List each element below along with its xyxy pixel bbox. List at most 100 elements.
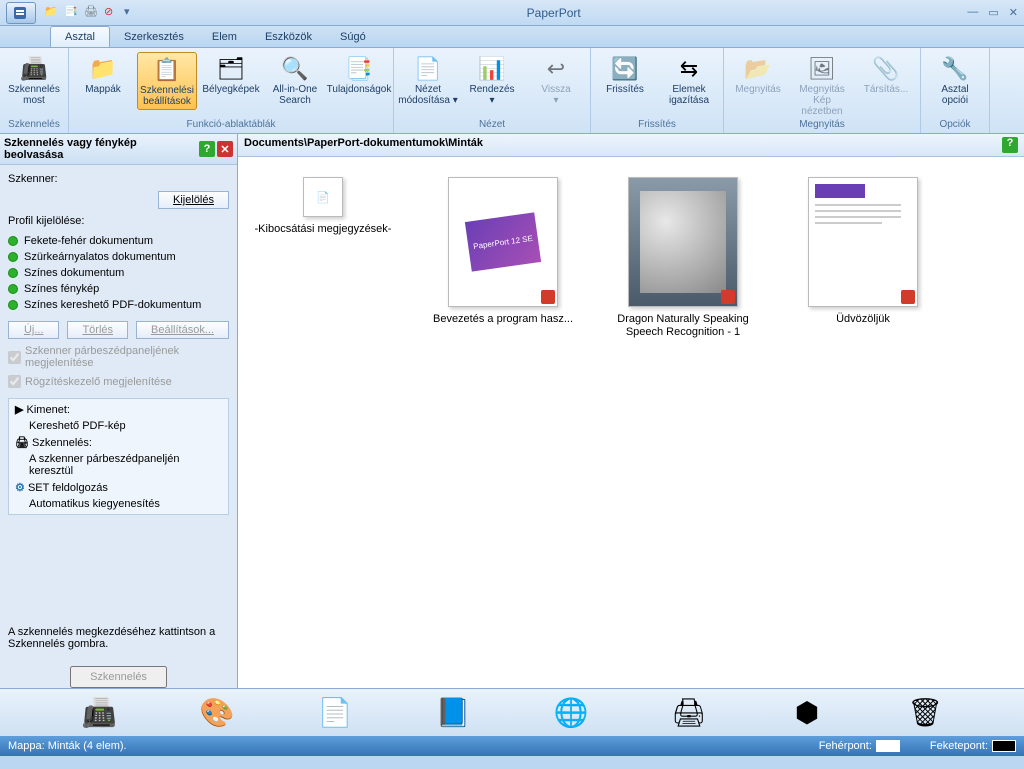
whitepoint-swatch xyxy=(876,740,900,752)
profile-item[interactable]: Színes kereshető PDF-dokumentum xyxy=(8,297,229,313)
open-imgview-icon: 🖼 xyxy=(806,54,838,84)
scan-settings-icon: 📋 xyxy=(151,55,183,85)
ribbon-folders[interactable]: 📁Mappák xyxy=(73,52,133,97)
profile-item[interactable]: Színes fénykép xyxy=(8,281,229,297)
tab-eszkozok[interactable]: Eszközök xyxy=(251,27,326,47)
quick-access-toolbar: 📁 📑 🖨 ⊘ ▾ xyxy=(44,5,140,21)
maximize-button[interactable]: ▭ xyxy=(988,6,998,19)
ribbon-view-mod[interactable]: 📄Nézetmódosítása ▾ xyxy=(398,52,458,108)
ribbon-open-imgview[interactable]: 🖼MegnyitásKép nézetben xyxy=(792,52,852,119)
scanner-label: Szkenner: xyxy=(8,173,229,185)
blackpoint-swatch xyxy=(992,740,1016,752)
file-kibocs[interactable]: 📄-Kibocsátási megjegyzések- xyxy=(248,177,398,236)
tab-szerkesztes[interactable]: Szerkesztés xyxy=(110,27,198,47)
ribbon-group-label: Szkennelés xyxy=(4,119,64,133)
ribbon-assoc[interactable]: 📎Társítás... xyxy=(856,52,916,97)
scan-button[interactable]: Szkennelés xyxy=(70,666,167,688)
output-heading: Kimenet: xyxy=(27,404,70,416)
sendto-item-2[interactable]: 📄 xyxy=(276,696,394,729)
tab-elem[interactable]: Elem xyxy=(198,27,251,47)
file-label: Bevezetés a program hasz... xyxy=(428,313,578,326)
main-area: Documents\PaperPort-dokumentumok\Minták … xyxy=(238,134,1024,688)
ribbon-scan-now[interactable]: 📠Szkennelésmost xyxy=(4,52,64,108)
close-panel-icon[interactable]: ✕ xyxy=(217,141,233,157)
help-icon[interactable]: ? xyxy=(199,141,215,157)
select-scanner-button[interactable]: Kijelölés xyxy=(158,191,229,209)
qat-drop-icon[interactable]: ▾ xyxy=(124,5,140,21)
title-bar: 📁 📑 🖨 ⊘ ▾ PaperPort — ▭ ✕ xyxy=(0,0,1024,26)
app-icon xyxy=(12,5,30,21)
sendto-item-1[interactable]: 🎨 xyxy=(158,696,276,729)
help-icon[interactable]: ? xyxy=(1002,137,1018,153)
output-value: Kereshető PDF-kép xyxy=(11,418,226,434)
ribbon-scan-settings[interactable]: 📋Szkennelésibeállítások xyxy=(137,52,197,110)
minimize-button[interactable]: — xyxy=(967,6,978,19)
file-dragon[interactable]: Dragon Naturally Speaking Speech Recogni… xyxy=(608,177,758,339)
delete-profile-button[interactable]: Törlés xyxy=(67,321,128,339)
file-bevez[interactable]: PaperPort 12 SE Bevezetés a program hasz.… xyxy=(428,177,578,326)
send-to-bar: 📠🎨📄📘🌐🖨⬢🗑 xyxy=(0,688,1024,736)
ribbon-group-label: Opciók xyxy=(925,119,985,133)
qat-cancel-icon[interactable]: ⊘ xyxy=(104,5,120,21)
blackpoint-label: Feketepont: xyxy=(930,740,988,752)
file-grid[interactable]: 📄-Kibocsátási megjegyzések- PaperPort 12 … xyxy=(238,157,1024,688)
properties-icon: 📑 xyxy=(343,54,375,84)
sendto-item-7[interactable]: 🗑 xyxy=(866,696,984,729)
sendto-item-6[interactable]: ⬢ xyxy=(748,696,866,729)
ribbon-allinone[interactable]: 🔍All-in-OneSearch xyxy=(265,52,325,108)
open-icon: 📂 xyxy=(742,54,774,84)
status-folder: Mappa: Minták (4 elem). xyxy=(8,740,127,752)
scan-side-panel: Szkennelés vagy fénykép beolvasása ? ✕ S… xyxy=(0,134,238,688)
sendto-item-4[interactable]: 🌐 xyxy=(512,696,630,729)
tab-asztal[interactable]: Asztal xyxy=(50,26,110,47)
refresh-icon: 🔄 xyxy=(609,54,641,84)
profile-settings-button[interactable]: Beállítások... xyxy=(136,321,229,339)
status-dot-icon xyxy=(8,236,18,246)
scan-info-section: ▶ Kimenet: Kereshető PDF-kép 🖨 Szkennelé… xyxy=(8,398,229,515)
profile-item[interactable]: Színes dokumentum xyxy=(8,265,229,281)
ribbon-sort[interactable]: 📊Rendezés▾ xyxy=(462,52,522,108)
scan-heading: Szkennelés: xyxy=(32,437,92,449)
ribbon-open[interactable]: 📂Megnyitás xyxy=(728,52,788,97)
show-capture-checkbox[interactable]: Rögzítéskezelő megjelenítése xyxy=(8,375,229,388)
ribbon-group-label: Frissítés xyxy=(595,119,719,133)
scan-now-icon: 📠 xyxy=(18,54,50,84)
sidepanel-title: Szkennelés vagy fénykép beolvasása xyxy=(4,137,197,161)
profile-item[interactable]: Szürkeárnyalatos dokumentum xyxy=(8,249,229,265)
set-value: Automatikus kiegyenesítés xyxy=(11,496,226,512)
sendto-item-0[interactable]: 📠 xyxy=(40,696,158,729)
window-title: PaperPort xyxy=(140,6,967,20)
qat-copy-icon[interactable]: 📑 xyxy=(64,5,80,21)
file-label: -Kibocsátási megjegyzések- xyxy=(248,223,398,236)
thumbs-icon: 🗂 xyxy=(215,54,247,84)
ribbon-back[interactable]: ↩Vissza▾ xyxy=(526,52,586,108)
file-label: Dragon Naturally Speaking Speech Recogni… xyxy=(608,313,758,339)
sendto-item-3[interactable]: 📘 xyxy=(394,696,512,729)
folders-icon: 📁 xyxy=(87,54,119,84)
ribbon-align[interactable]: ⇆Elemekigazítása xyxy=(659,52,719,108)
ribbon-group-label: Funkció-ablaktáblák xyxy=(73,119,389,133)
show-dialog-checkbox[interactable]: Szkenner párbeszédpaneljének megjeleníté… xyxy=(8,345,229,369)
qat-folder-icon[interactable]: 📁 xyxy=(44,5,60,21)
status-bar: Mappa: Minták (4 elem). Fehérpont: Feket… xyxy=(0,736,1024,756)
close-button[interactable]: ✕ xyxy=(1009,6,1018,19)
ribbon-thumbs[interactable]: 🗂Bélyegképek xyxy=(201,52,261,97)
ribbon-refresh[interactable]: 🔄Frissítés xyxy=(595,52,655,97)
view-mod-icon: 📄 xyxy=(412,54,444,84)
tab-sugo[interactable]: Súgó xyxy=(326,27,380,47)
ribbon-properties[interactable]: 📑Tulajdonságok xyxy=(329,52,389,97)
align-icon: ⇆ xyxy=(673,54,705,84)
qat-print-icon[interactable]: 🖨 xyxy=(84,5,100,21)
sort-icon: 📊 xyxy=(476,54,508,84)
breadcrumb: Documents\PaperPort-dokumentumok\Minták xyxy=(244,137,1002,153)
file-thumb: PaperPort 12 SE xyxy=(448,177,558,307)
allinone-icon: 🔍 xyxy=(279,54,311,84)
sendto-item-5[interactable]: 🖨 xyxy=(630,696,748,729)
status-dot-icon xyxy=(8,300,18,310)
file-udv[interactable]: Üdvözöljük xyxy=(788,177,938,326)
app-menu-button[interactable] xyxy=(6,2,36,24)
profile-item[interactable]: Fekete-fehér dokumentum xyxy=(8,233,229,249)
ribbon-desk-opts[interactable]: 🔧Asztalopciói xyxy=(925,52,985,108)
new-profile-button[interactable]: Új... xyxy=(8,321,59,339)
status-dot-icon xyxy=(8,252,18,262)
